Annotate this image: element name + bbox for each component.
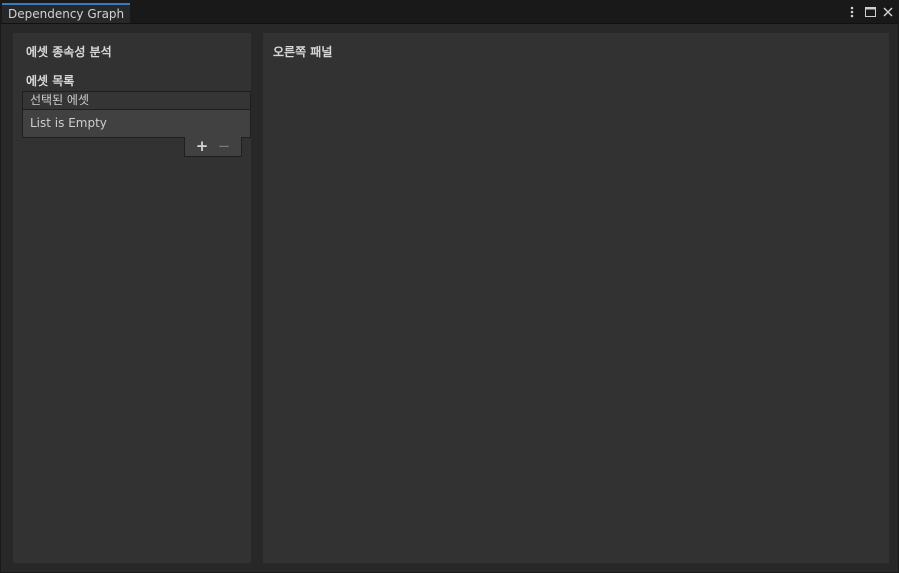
editor-window: Dependency Graph 에셋 종속성 분석 에셋 목록 선택된 에셋 …	[0, 0, 899, 573]
right-panel-title: 오른쪽 패널	[273, 45, 333, 59]
asset-list-header[interactable]: 선택된 에셋	[22, 91, 251, 110]
tab-dependency-graph[interactable]: Dependency Graph	[2, 3, 130, 23]
asset-list-empty: List is Empty	[22, 110, 251, 138]
window-controls	[846, 4, 894, 20]
asset-list-label: 에셋 목록	[26, 74, 75, 88]
asset-list-footer: + −	[184, 137, 242, 157]
add-item-button[interactable]: +	[193, 139, 211, 155]
tab-bar: Dependency Graph	[1, 1, 898, 24]
left-panel: 에셋 종속성 분석 에셋 목록 선택된 에셋 List is Empty + −	[13, 33, 251, 563]
left-panel-title: 에셋 종속성 분석	[26, 45, 112, 59]
more-options-icon[interactable]	[846, 5, 858, 19]
remove-item-button[interactable]: −	[215, 139, 233, 155]
close-icon[interactable]	[882, 5, 894, 19]
right-panel: 오른쪽 패널	[263, 33, 889, 563]
maximize-icon[interactable]	[864, 5, 876, 19]
